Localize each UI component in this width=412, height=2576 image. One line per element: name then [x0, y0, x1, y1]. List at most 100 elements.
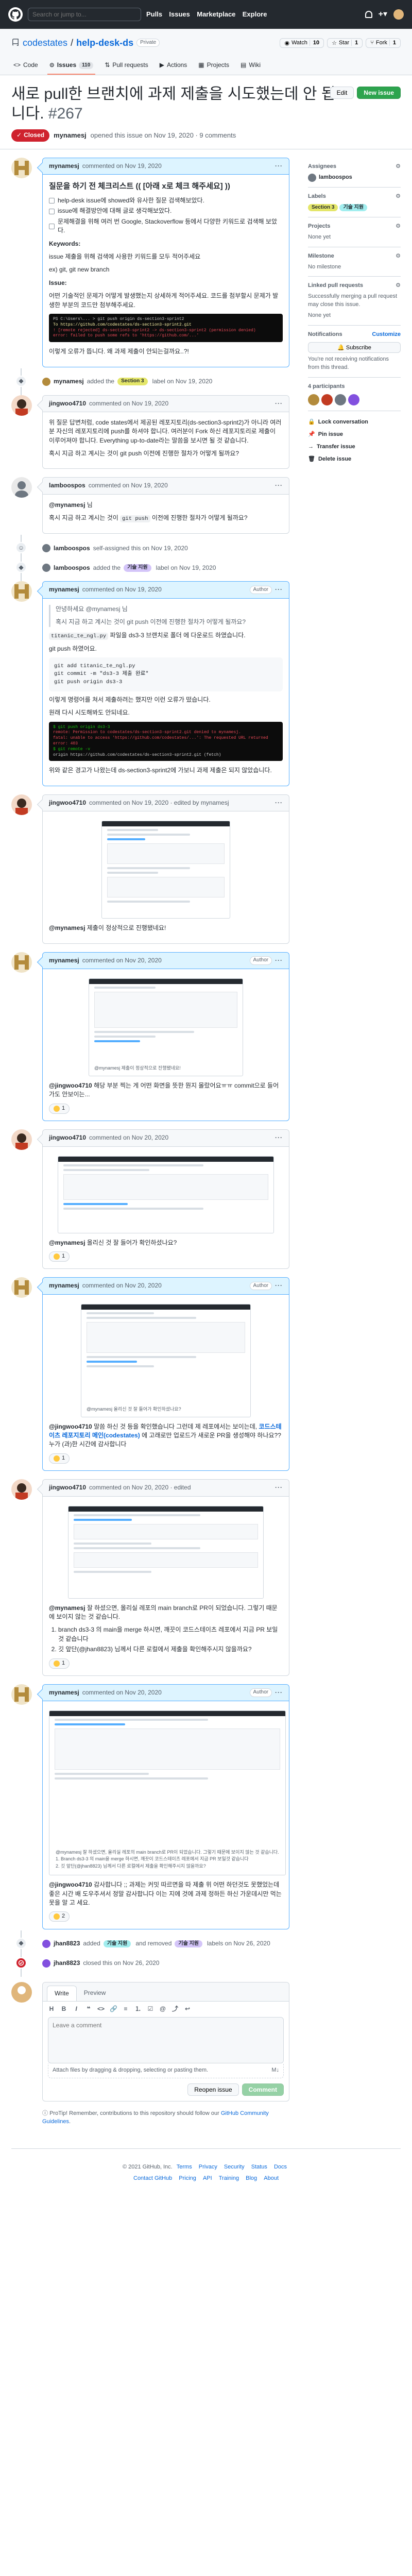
footer-link[interactable]: Pricing — [179, 2175, 196, 2181]
label-chip[interactable]: 기술 지원 — [103, 1940, 131, 1948]
avatar[interactable] — [11, 1277, 32, 1298]
comment-date[interactable]: commented on Nov 19, 2020 · edited by my… — [89, 799, 229, 807]
avatar[interactable] — [11, 395, 32, 416]
user-mention[interactable]: @mynamesj — [49, 501, 85, 509]
sidebar-linked-prs[interactable]: Linked pull requests ⚙ Successfully mergi… — [308, 277, 401, 326]
comment-author[interactable]: jingwoo4710 — [49, 799, 86, 807]
checkbox[interactable] — [49, 223, 55, 229]
comment-date[interactable]: commented on Nov 19, 2020 — [82, 162, 162, 171]
footer-link[interactable]: Privacy — [199, 2164, 217, 2170]
sidebar-assignees[interactable]: Assignees ⚙ lamboospos — [308, 158, 401, 188]
user-mention[interactable]: @jingwoo4710 — [49, 1881, 92, 1888]
comment-author[interactable]: jingwoo4710 — [49, 1483, 86, 1492]
code-icon[interactable]: <> — [97, 2005, 105, 2013]
more-icon[interactable]: ··· — [275, 956, 283, 965]
label-chip[interactable]: 기술 지원 — [175, 1940, 202, 1948]
avatar[interactable] — [42, 1959, 50, 1968]
more-icon[interactable]: ··· — [275, 1688, 283, 1697]
tab-wiki[interactable]: ▤ Wiki — [238, 57, 263, 75]
issue-author[interactable]: mynamesj — [54, 131, 87, 141]
gear-icon[interactable]: ⚙ — [396, 282, 401, 290]
comment-date[interactable]: commented on Nov 20, 2020 — [82, 956, 162, 965]
avatar[interactable] — [42, 564, 50, 572]
reaction-thumbs-up[interactable]: 1 — [49, 1251, 70, 1262]
terminal-screenshot[interactable]: $ git push origin ds3-3 remote: Permissi… — [49, 721, 283, 761]
more-icon[interactable]: ··· — [275, 1483, 283, 1492]
avatar[interactable] — [11, 581, 32, 602]
tab-pull-requests[interactable]: ⇅ Pull requests — [102, 57, 150, 75]
avatar[interactable] — [11, 1684, 32, 1705]
comment-author[interactable]: mynamesj — [49, 1281, 79, 1290]
comment-author[interactable]: mynamesj — [49, 162, 79, 171]
sidebar-projects[interactable]: Projects ⚙ None yet — [308, 217, 401, 247]
footer-link[interactable]: Contact GitHub — [133, 2175, 172, 2181]
avatar[interactable] — [321, 394, 333, 405]
plus-icon[interactable]: +▾ — [379, 8, 387, 20]
gear-icon[interactable]: ⚙ — [396, 163, 401, 171]
footer-link[interactable]: Security — [224, 2164, 245, 2170]
repo-name-link[interactable]: help-desk-ds — [76, 36, 133, 49]
reaction-thumbs-up[interactable]: 1 — [49, 1103, 70, 1114]
avatar[interactable] — [42, 377, 50, 386]
bold-icon[interactable]: B — [60, 2005, 67, 2013]
avatar[interactable] — [11, 1981, 32, 2003]
quote-icon[interactable]: ❝ — [85, 2005, 92, 2013]
label-chip[interactable]: 기술 지원 — [124, 564, 151, 572]
repo-owner-link[interactable]: codestates — [23, 36, 67, 49]
nav-marketplace[interactable]: Marketplace — [197, 10, 235, 18]
more-icon[interactable]: ··· — [275, 1133, 283, 1142]
avatar[interactable] — [11, 952, 32, 973]
gear-icon[interactable]: ⚙ — [396, 223, 401, 231]
list-ordered-icon[interactable]: ⒈ — [134, 2005, 142, 2013]
screenshot-image[interactable] — [101, 821, 230, 919]
tab-issues[interactable]: ⊙ Issues 110 — [47, 57, 96, 75]
event-actor[interactable]: lamboospos — [54, 544, 90, 553]
comment-author[interactable]: mynamesj — [49, 1688, 79, 1697]
avatar[interactable] — [42, 1939, 50, 1948]
fork-button[interactable]: ⑂ Fork 1 — [366, 38, 401, 48]
bell-icon[interactable] — [365, 11, 372, 18]
tab-projects[interactable]: ▦ Projects — [196, 57, 231, 75]
more-icon[interactable]: ··· — [275, 585, 283, 594]
event-actor[interactable]: lamboospos — [54, 564, 90, 572]
nav-pulls[interactable]: Pulls — [146, 10, 162, 18]
event-actor[interactable]: mynamesj — [54, 377, 84, 386]
sidebar-labels[interactable]: Labels ⚙ Section 3 기술 지원 — [308, 188, 401, 217]
nav-explore[interactable]: Explore — [243, 10, 267, 18]
global-search-input[interactable] — [28, 8, 141, 21]
user-avatar[interactable] — [393, 9, 404, 20]
avatar[interactable] — [11, 1479, 32, 1500]
avatar[interactable] — [308, 394, 319, 405]
heading-icon[interactable]: H — [48, 2005, 55, 2013]
user-mention[interactable]: @jingwoo4710 — [49, 1082, 92, 1089]
link-icon[interactable]: 🔗 — [110, 2005, 117, 2013]
comment-author[interactable]: jingwoo4710 — [49, 399, 86, 408]
user-mention[interactable]: @mynamesj — [49, 1239, 85, 1246]
comment-date[interactable]: commented on Nov 20, 2020 — [82, 1281, 162, 1290]
footer-link[interactable]: Training — [219, 2175, 239, 2181]
more-icon[interactable]: ··· — [275, 399, 283, 408]
mention-icon[interactable]: @ — [159, 2005, 166, 2013]
label-chip[interactable]: Section 3 — [308, 204, 338, 212]
comment-date[interactable]: commented on Nov 20, 2020 · edited — [89, 1483, 191, 1492]
tab-preview[interactable]: Preview — [77, 1986, 113, 2001]
label-chip[interactable]: 기술 지원 — [339, 204, 368, 212]
avatar[interactable] — [11, 1129, 32, 1150]
footer-link[interactable]: Status — [251, 2164, 267, 2170]
delete-issue[interactable]: 🗑 Delete issue — [308, 453, 401, 466]
label-chip[interactable]: Section 3 — [117, 378, 148, 385]
terminal-screenshot[interactable]: PS C:\Users\... > git push origin ds-sec… — [49, 313, 283, 343]
github-logo-icon[interactable] — [8, 7, 23, 22]
user-mention[interactable]: @jingwoo4710 — [49, 1423, 92, 1430]
screenshot-image[interactable]: @mynamesj 올리신 것 잘 들어가 확인하셨나요? — [81, 1303, 251, 1417]
footer-link[interactable]: API — [203, 2175, 212, 2181]
file-attach-bar[interactable]: Attach files by dragging & dropping, sel… — [48, 2063, 284, 2078]
reply-icon[interactable]: ↩ — [184, 2005, 191, 2013]
checkbox[interactable] — [49, 208, 55, 214]
pin-issue[interactable]: 📌 Pin issue — [308, 429, 401, 441]
event-actor[interactable]: jhan8823 — [54, 1959, 80, 1968]
avatar[interactable] — [42, 544, 50, 553]
avatar[interactable] — [11, 477, 32, 498]
comment-button[interactable]: Comment — [242, 2083, 284, 2096]
screenshot-image[interactable] — [68, 1505, 264, 1599]
